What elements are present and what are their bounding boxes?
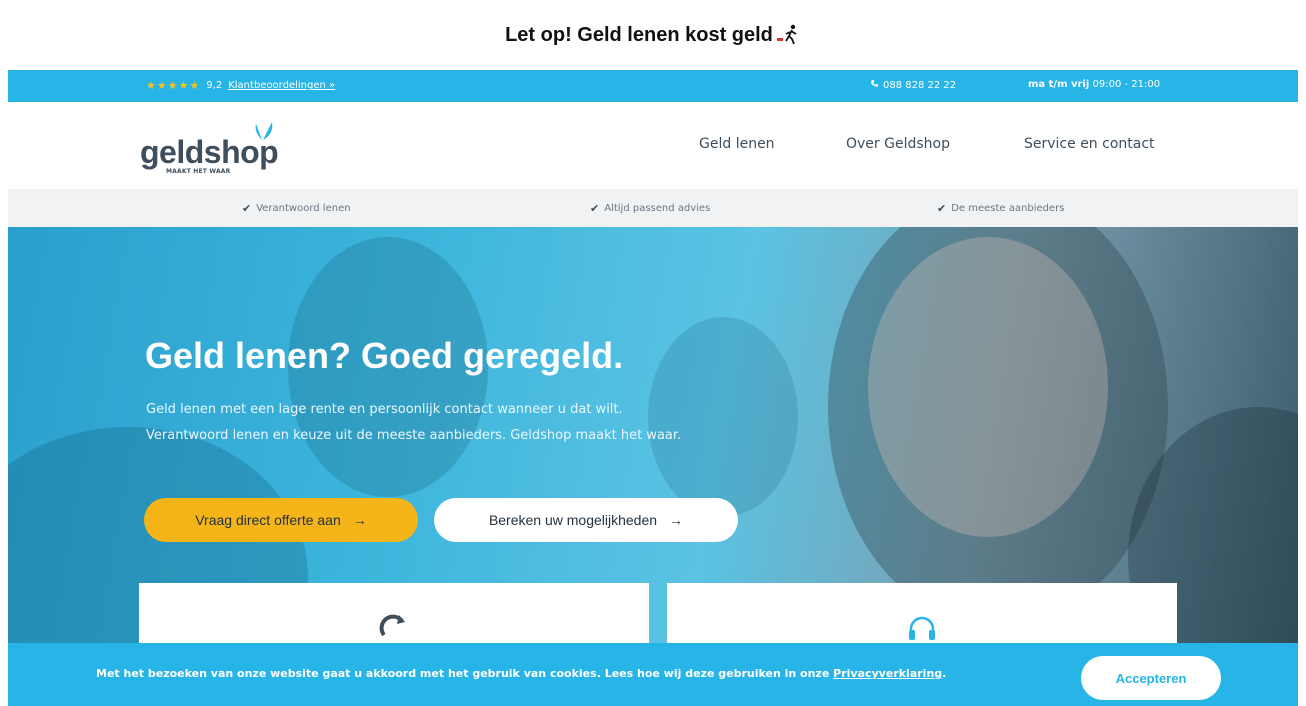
warning-text: Let op! Geld lenen kost geld <box>505 23 773 46</box>
geldshop-logo[interactable]: geldshop MAAKT HET WAAR <box>140 116 290 176</box>
hero-description-line: Geld lenen met een lage rente en persoon… <box>146 402 623 417</box>
calculate-options-label: Bereken uw mogelijkheden <box>488 512 658 528</box>
reviews-link[interactable]: Klantbeoordelingen » <box>228 80 335 91</box>
feature-card[interactable] <box>139 583 649 643</box>
phone-number-text: 088 828 22 22 <box>883 79 957 91</box>
opening-hours-label: ma t/m vrij <box>1028 79 1090 90</box>
arrow-right-icon: → <box>352 512 367 528</box>
opening-hours: ma t/m vrij 09:00 - 21:00 <box>1028 79 1160 90</box>
usp-item: ✔ De meeste aanbieders <box>937 202 1064 215</box>
cookie-message-text: Met het bezoeken van onze website gaat u… <box>96 667 834 680</box>
rating-summary: ★★★★★ 9,2 Klantbeoordelingen » <box>146 79 335 92</box>
rating-score: 9,2 <box>206 80 223 91</box>
usp-item: ✔ Altijd passend advies <box>590 202 710 215</box>
phone-number[interactable]: 088 828 22 22 <box>870 79 956 91</box>
request-quote-button[interactable]: Vraag direct offerte aan → <box>144 498 418 542</box>
top-info-bar: ★★★★★ 9,2 Klantbeoordelingen » 088 828 2… <box>8 70 1298 102</box>
privacy-statement-link[interactable]: Privacyverklaring <box>833 667 942 680</box>
headset-icon <box>909 616 935 640</box>
usp-item: ✔ Verantwoord lenen <box>242 202 351 215</box>
usp-bar: ✔ Verantwoord lenen ✔ Altijd passend adv… <box>8 189 1298 227</box>
refresh-icon <box>379 614 405 637</box>
usp-label: Altijd passend advies <box>604 203 711 214</box>
hero-section: Geld lenen? Goed geregeld. Geld lenen me… <box>8 227 1298 643</box>
usp-label: De meeste aanbieders <box>951 203 1065 214</box>
nav-geld-lenen[interactable]: Geld lenen <box>699 136 775 152</box>
cookie-message: Met het bezoeken van onze website gaat u… <box>96 667 946 680</box>
phone-icon <box>870 79 879 91</box>
feature-card[interactable] <box>667 583 1177 643</box>
loan-warning-banner: Let op! Geld lenen kost geld <box>0 0 1306 70</box>
accept-cookies-button[interactable]: Accepteren <box>1081 656 1221 700</box>
hero-description-line: Verantwoord lenen en keuze uit de meeste… <box>146 428 682 443</box>
usp-label: Verantwoord lenen <box>256 203 351 214</box>
arrow-right-icon: → <box>669 512 684 528</box>
request-quote-label: Vraag direct offerte aan <box>195 512 341 528</box>
nav-service-en-contact[interactable]: Service en contact <box>1024 136 1155 152</box>
hero-title: Geld lenen? Goed geregeld. <box>145 335 624 376</box>
logo-tagline: MAAKT HET WAAR <box>166 168 231 175</box>
butterfly-icon <box>252 120 274 146</box>
hero-description: Geld lenen met een lage rente en persoon… <box>146 397 846 449</box>
check-icon: ✔ <box>590 202 600 215</box>
star-icon: ★★★★★ <box>146 79 201 92</box>
opening-hours-value: 09:00 - 21:00 <box>1092 79 1161 90</box>
check-icon: ✔ <box>937 202 947 215</box>
check-icon: ✔ <box>242 202 252 215</box>
nav-over-geldshop[interactable]: Over Geldshop <box>846 136 950 152</box>
cookie-message-period: . <box>942 667 947 680</box>
cookie-banner: Met het bezoeken van onze website gaat u… <box>8 643 1298 706</box>
site-header: geldshop MAAKT HET WAAR Geld lenen Over … <box>8 102 1298 189</box>
walking-person-icon <box>776 24 801 46</box>
calculate-options-button[interactable]: Bereken uw mogelijkheden → <box>434 498 738 542</box>
